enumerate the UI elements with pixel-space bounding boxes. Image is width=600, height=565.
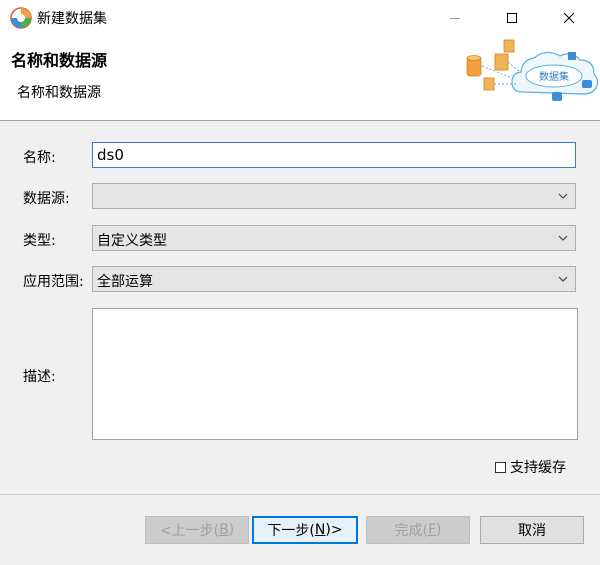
footer-divider xyxy=(0,494,600,495)
finish-button-key: F xyxy=(427,522,437,538)
type-label: 类型: xyxy=(23,233,56,249)
type-value: 自定义类型 xyxy=(97,233,167,249)
next-button-key: N xyxy=(314,522,326,538)
description-textarea[interactable] xyxy=(92,308,578,440)
page-title: 名称和数据源 xyxy=(11,51,108,70)
minimize-button[interactable] xyxy=(432,0,478,36)
finish-button[interactable]: 完成(F) xyxy=(366,516,470,544)
chevron-down-icon xyxy=(558,193,568,199)
type-select[interactable]: 自定义类型 xyxy=(92,225,576,251)
header-divider xyxy=(0,120,600,121)
scope-label: 应用范围: xyxy=(23,274,84,290)
next-button[interactable]: 下一步(N)> xyxy=(252,516,358,544)
prev-button-tail: ) xyxy=(228,522,235,538)
datasource-select[interactable] xyxy=(92,183,576,209)
close-button[interactable] xyxy=(546,0,592,36)
chevron-down-icon xyxy=(558,276,568,282)
page-subtitle: 名称和数据源 xyxy=(17,85,101,101)
header-banner: 名称和数据源 名称和数据源 数据集 xyxy=(0,36,600,120)
finish-button-tail: ) xyxy=(436,522,442,538)
title-bar: 新建数据集 xyxy=(0,0,600,36)
finish-button-text: 完成( xyxy=(394,523,428,539)
maximize-button[interactable] xyxy=(489,0,535,36)
datasource-label: 数据源: xyxy=(23,191,70,207)
cloud-label: 数据集 xyxy=(539,70,569,83)
maximize-icon xyxy=(507,13,517,23)
name-label: 名称: xyxy=(23,150,56,166)
dataset-cloud-illustration: 数据集 xyxy=(466,39,599,101)
next-button-tail: )> xyxy=(325,522,343,538)
support-cache-label: 支持缓存 xyxy=(510,460,566,476)
support-cache-checkbox[interactable] xyxy=(495,461,506,473)
support-cache-option[interactable]: 支持缓存 xyxy=(495,457,566,477)
prev-button-key: B xyxy=(219,522,229,538)
cancel-button[interactable]: 取消 xyxy=(480,516,584,544)
chevron-down-icon xyxy=(558,235,568,241)
scope-select[interactable]: 全部运算 xyxy=(92,266,576,292)
close-icon xyxy=(563,12,575,24)
minimize-icon xyxy=(450,18,460,19)
name-input[interactable]: ds0 xyxy=(92,142,576,168)
app-icon xyxy=(10,7,32,29)
scope-value: 全部运算 xyxy=(97,274,153,290)
description-label: 描述: xyxy=(23,369,56,385)
prev-button[interactable]: <上一步(B) xyxy=(145,516,249,544)
window-title: 新建数据集 xyxy=(37,11,107,27)
prev-button-text: <上一步( xyxy=(159,523,220,539)
next-button-text: 下一步( xyxy=(267,523,315,539)
